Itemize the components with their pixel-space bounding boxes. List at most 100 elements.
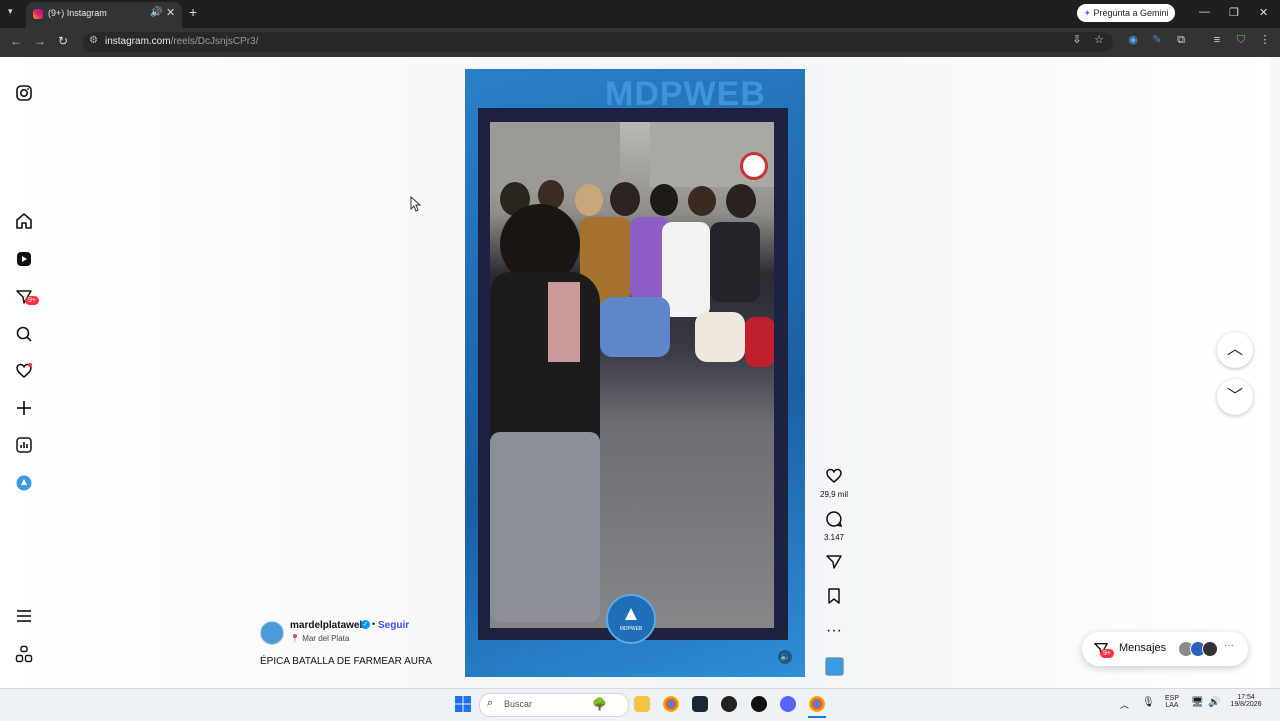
author-username[interactable]: mardelplataweb	[290, 620, 366, 631]
like-button[interactable]: 29,9 mil	[820, 467, 848, 499]
gemini-label: Pregunta a Gemini	[1093, 8, 1169, 18]
steam-icon[interactable]	[692, 696, 708, 712]
profile-shield-icon[interactable]: ⛉	[1234, 33, 1248, 47]
new-tab-button[interactable]: +	[189, 4, 197, 20]
minimize-button[interactable]: —	[1199, 6, 1210, 18]
notifications-badge: 9+	[25, 296, 39, 305]
taskbar-search[interactable]: ⌕ Buscar 🌳	[479, 693, 629, 717]
volume-icon[interactable]: 🔈	[778, 650, 792, 664]
language-indicator[interactable]: ESP LAA	[1162, 695, 1182, 709]
messages-badge: 9+	[1100, 649, 1114, 658]
more-dots-icon: ···	[826, 622, 842, 639]
verified-badge-icon: ✓	[361, 620, 370, 629]
like-count: 29,9 mil	[820, 490, 849, 499]
reading-list-icon[interactable]: ≡	[1210, 33, 1224, 47]
dancer-shirt	[548, 282, 580, 362]
home-icon[interactable]	[15, 212, 33, 230]
page-scrollbar[interactable]	[1270, 57, 1280, 688]
share-icon	[826, 555, 842, 569]
chevron-up-icon: ︿	[1226, 341, 1243, 358]
url-bar[interactable]: ⚙ instagram.com/reels/DcJsnjsCPr3/	[83, 32, 1113, 52]
chevron-down-icon: ﹀	[1226, 388, 1243, 405]
profile-avatar-icon[interactable]	[15, 474, 33, 492]
tab-search-icon[interactable]: ▾	[8, 6, 13, 17]
crowd-jacket	[662, 222, 710, 317]
chrome-icon[interactable]	[663, 696, 679, 712]
create-plus-icon[interactable]	[15, 399, 33, 417]
messages-label: Mensajes	[1119, 642, 1167, 654]
more-options-button[interactable]: ···	[820, 622, 848, 640]
bookmark-icon	[828, 588, 840, 604]
url-path: /reels/DcJsnjsCPr3/	[170, 36, 259, 47]
traffic-sign	[740, 152, 768, 180]
taskbar-search-placeholder: Buscar	[504, 699, 533, 709]
author-avatar[interactable]	[260, 621, 284, 645]
search-icon: ⌕	[487, 697, 494, 709]
language-top: ESP	[1164, 695, 1179, 702]
dancer-hoodie	[490, 272, 600, 452]
tab-audio-icon[interactable]: 🔊	[150, 7, 162, 18]
more-contacts-icon: ···	[1224, 640, 1234, 651]
chrome-active-icon[interactable]	[809, 696, 825, 712]
next-reel-button[interactable]: ﹀	[1217, 379, 1253, 415]
notifications-heart-icon[interactable]	[15, 362, 33, 380]
follow-button[interactable]: Seguir	[378, 620, 409, 631]
tab-close-icon[interactable]: ✕	[166, 6, 175, 19]
browser-menu-icon[interactable]: ⋮	[1258, 33, 1272, 47]
reel-video[interactable]	[490, 122, 774, 628]
messages-button[interactable]: 9+ Mensajes ···	[1082, 632, 1248, 666]
browser-tab[interactable]: (9+) Instagram 🔊 ✕	[26, 2, 182, 28]
instagram-favicon-icon	[33, 9, 43, 19]
dancer-jeans	[490, 432, 600, 622]
extension-translate-icon[interactable]: ✎	[1150, 33, 1164, 47]
post-location[interactable]: 📍 Mar del Plata	[290, 634, 349, 643]
speaker-icon[interactable]: 🔊	[1208, 697, 1220, 708]
file-explorer-icon[interactable]	[634, 696, 650, 712]
crowd-seated	[745, 317, 774, 367]
game-app-icon[interactable]	[751, 696, 767, 712]
close-window-button[interactable]: ✕	[1259, 6, 1268, 19]
discord-icon[interactable]	[780, 696, 796, 712]
reels-icon[interactable]	[15, 250, 33, 268]
save-button[interactable]	[820, 587, 848, 610]
logo-text: MDPWEB	[619, 626, 643, 632]
comment-icon	[826, 511, 843, 528]
share-button[interactable]	[820, 553, 848, 576]
mdpweb-logo-icon: MDPWEB	[606, 594, 656, 644]
search-icon[interactable]	[15, 325, 33, 343]
bookmark-star-icon[interactable]: ☆	[1092, 33, 1106, 47]
heart-icon	[826, 468, 842, 483]
forward-icon[interactable]: →	[34, 34, 46, 48]
network-icon[interactable]: 🖥	[1191, 697, 1204, 708]
post-caption: ÉPICA BATALLA DE FARMEAR AURA	[260, 656, 432, 667]
tray-overflow-icon[interactable]: ︿	[1120, 698, 1129, 711]
contact-avatar	[1202, 641, 1218, 657]
install-app-icon[interactable]: ⇩	[1070, 33, 1084, 47]
media-app-icon[interactable]	[721, 696, 737, 712]
site-info-icon[interactable]: ⚙	[89, 35, 98, 46]
gemini-star-icon: ✦	[1083, 8, 1094, 18]
instagram-logo-icon[interactable]	[15, 84, 33, 102]
audio-thumbnail[interactable]	[825, 657, 844, 676]
dashboard-icon[interactable]	[15, 436, 33, 454]
crowd-jacket	[710, 222, 760, 302]
crowd-seated	[695, 312, 745, 362]
reload-icon[interactable]: ↻	[58, 34, 68, 48]
windows-start-icon[interactable]	[455, 696, 471, 712]
url-host: instagram.com	[105, 36, 171, 47]
extension-shazam-icon[interactable]: ◉	[1126, 33, 1140, 47]
more-apps-icon[interactable]	[15, 645, 33, 663]
restore-button[interactable]: ❐	[1229, 6, 1239, 19]
location-pin-icon: 📍	[290, 634, 303, 643]
microphone-icon[interactable]: 🎙	[1142, 697, 1155, 708]
back-icon[interactable]: ←	[10, 34, 22, 48]
gemini-button[interactable]: ✦ Pregunta a Gemini	[1077, 4, 1175, 22]
clock[interactable]: 17:54 19/8/2026	[1226, 694, 1266, 708]
menu-icon[interactable]	[15, 607, 33, 625]
active-app-indicator	[808, 716, 826, 718]
extensions-puzzle-icon[interactable]: ⧉	[1174, 33, 1188, 47]
comment-count: 3.147	[823, 533, 845, 542]
comment-button[interactable]: 3.147	[820, 510, 848, 542]
previous-reel-button[interactable]: ︿	[1217, 332, 1253, 368]
clock-time: 17:54	[1237, 694, 1255, 701]
